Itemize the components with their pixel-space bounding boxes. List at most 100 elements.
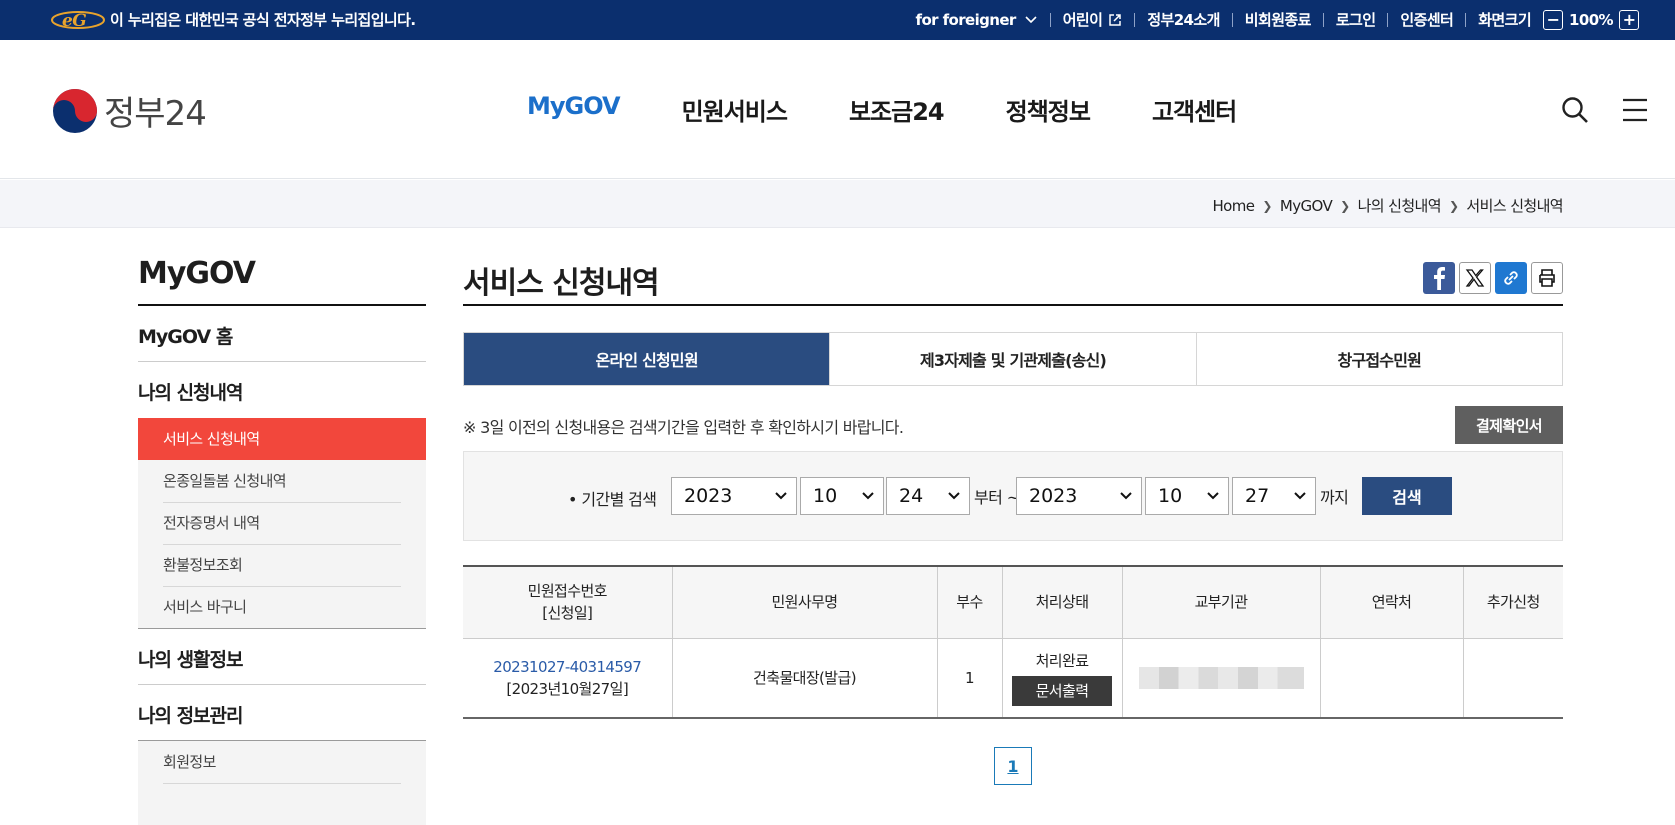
- period-search-label: • 기간별 검색: [568, 490, 657, 509]
- taegeuk-logo-icon: [53, 88, 97, 133]
- cell-issuer: [1121, 638, 1320, 719]
- col-additional: 추가신청: [1462, 566, 1563, 639]
- from-day-select[interactable]: 24: [886, 477, 970, 515]
- guest-end-link[interactable]: 비회원종료: [1245, 9, 1312, 30]
- kids-link[interactable]: 어린이: [1063, 9, 1123, 30]
- facebook-icon: [1434, 267, 1445, 290]
- facebook-share-button[interactable]: [1423, 262, 1455, 294]
- side-nav-more[interactable]: [138, 783, 426, 825]
- table-row: 20231027-40314597 [2023년10월27일] 건축물대장(발급)…: [463, 638, 1563, 719]
- side-nav-e-certificates[interactable]: 전자증명서 내역: [138, 502, 426, 545]
- side-nav-service-basket[interactable]: 서비스 바구니: [138, 586, 426, 628]
- side-nav-life-info[interactable]: 나의 생활정보: [138, 629, 426, 685]
- to-day-select[interactable]: 27: [1232, 477, 1316, 515]
- print-page-button[interactable]: [1531, 262, 1563, 294]
- chevron-right-icon: ❯: [1262, 198, 1272, 213]
- tab-third-party[interactable]: 제3자제출 및 기관제출(송신): [829, 333, 1196, 385]
- cert-center-link[interactable]: 인증센터: [1400, 9, 1453, 30]
- zoom-out-button[interactable]: −: [1543, 9, 1564, 30]
- cell-copies: 1: [936, 638, 1002, 719]
- col-receipt-no: 민원접수번호 [신청일]: [463, 566, 672, 639]
- pagination-page-1[interactable]: 1: [994, 747, 1032, 785]
- about-link[interactable]: 정부24소개: [1147, 9, 1220, 30]
- table-header-row: 민원접수번호 [신청일] 민원사무명 부수 처리상태 교부기관 연락처 추가신청: [463, 566, 1563, 639]
- site-header: 정부24 MyGOV 민원서비스 보조금24 정책정보 고객센터: [0, 40, 1675, 179]
- chevron-down-icon: [1207, 492, 1219, 500]
- col-contact: 연락처: [1319, 566, 1463, 639]
- x-icon: [1465, 269, 1485, 287]
- col-service-name: 민원사무명: [671, 566, 937, 639]
- side-nav-info-submenu: 회원정보: [138, 741, 426, 825]
- login-link[interactable]: 로그인: [1336, 9, 1376, 30]
- side-nav-service-applications[interactable]: 서비스 신청내역: [138, 418, 426, 460]
- gnb-mygov[interactable]: MyGOV: [527, 92, 621, 127]
- utility-nav: for foreigner 어린이 정부24소개 비회원종료 로그인 인증센터 …: [916, 9, 1645, 30]
- svg-text:eG: eG: [62, 11, 86, 30]
- gnb-civil-service[interactable]: 민원서비스: [682, 92, 788, 127]
- brand-name: 정부24: [104, 94, 207, 134]
- site-logo[interactable]: 정부24: [52, 86, 207, 135]
- official-site-notice: 이 누리집은 대한민국 공식 전자정부 누리집입니다.: [110, 11, 416, 29]
- breadcrumb-home[interactable]: Home: [1212, 197, 1255, 215]
- search-period-notice: ※ 3일 이전의 신청내용은 검색기간을 입력한 후 확인하시기 바랍니다.: [463, 418, 904, 437]
- to-month-select[interactable]: 10: [1145, 477, 1229, 515]
- payment-confirmation-button[interactable]: 결제확인서: [1455, 406, 1563, 444]
- link-icon: [1504, 271, 1518, 285]
- tab-counter[interactable]: 창구접수민원: [1195, 333, 1562, 385]
- print-document-button[interactable]: 문서출력: [1011, 675, 1113, 706]
- external-link-icon: [1109, 13, 1122, 26]
- from-month-select[interactable]: 10: [800, 477, 884, 515]
- page-title: 서비스 신청내역: [463, 256, 1563, 306]
- zoom-in-button[interactable]: +: [1619, 9, 1639, 30]
- side-nav: MyGOV MyGOV 홈 나의 신청내역 서비스 신청내역 온종일돌봄 신청내…: [138, 256, 426, 825]
- cell-service-name: 건축물대장(발급): [671, 638, 937, 719]
- x-share-button[interactable]: [1459, 262, 1491, 294]
- cell-status: 처리완료 문서출력: [1001, 638, 1122, 719]
- cell-receipt: 20231027-40314597 [2023년10월27일]: [463, 638, 672, 719]
- side-nav-member-info[interactable]: 회원정보: [138, 741, 426, 784]
- search-button[interactable]: 검색: [1362, 477, 1452, 515]
- zoom-value: 100%: [1569, 10, 1614, 29]
- gnb-policy-info[interactable]: 정책정보: [1006, 92, 1091, 127]
- cell-contact: [1319, 638, 1463, 719]
- breadcrumb: Home ❯ MyGOV ❯ 나의 신청내역 ❯ 서비스 신청내역: [1212, 195, 1563, 216]
- period-search-box: • 기간별 검색 2023 10 24 부터 ~ 2023 10 27 까지 검…: [463, 451, 1563, 541]
- tab-online[interactable]: 온라인 신청민원: [464, 333, 830, 385]
- application-tabs: 온라인 신청민원 제3자제출 및 기관제출(송신) 창구접수민원: [463, 332, 1563, 386]
- search-icon[interactable]: [1561, 96, 1589, 124]
- copy-link-button[interactable]: [1495, 262, 1527, 294]
- side-nav-mygov-home[interactable]: MyGOV 홈: [138, 306, 426, 362]
- for-foreigner-dropdown[interactable]: for foreigner: [916, 11, 1038, 29]
- menu-icon[interactable]: [1621, 96, 1649, 124]
- from-text: 부터 ~: [974, 488, 1020, 507]
- zoom-label: 화면크기: [1478, 11, 1532, 29]
- chevron-down-icon: [1294, 492, 1306, 500]
- cell-additional: [1462, 638, 1563, 719]
- breadcrumb-my-applications[interactable]: 나의 신청내역: [1358, 195, 1442, 216]
- chevron-down-icon: [862, 492, 874, 500]
- top-utility-bar: eG 이 누리집은 대한민국 공식 전자정부 누리집입니다. for forei…: [0, 0, 1675, 40]
- side-nav-my-applications[interactable]: 나의 신청내역: [138, 362, 426, 418]
- chevron-down-icon: [948, 492, 960, 500]
- breadcrumb-mygov[interactable]: MyGOV: [1280, 197, 1333, 215]
- global-nav: MyGOV 민원서비스 보조금24 정책정보 고객센터: [527, 92, 1298, 127]
- side-nav-refund-info[interactable]: 환불정보조회: [138, 544, 426, 587]
- applications-table: 민원접수번호 [신청일] 민원사무명 부수 처리상태 교부기관 연락처 추가신청 …: [463, 565, 1563, 719]
- gnb-subsidy24[interactable]: 보조금24: [849, 92, 945, 127]
- main-content: 서비스 신청내역 온라인 신청민원 제3자제출 및 기관제출(송신) 창구접수민…: [463, 256, 1563, 785]
- receipt-number-link[interactable]: 20231027-40314597: [493, 658, 642, 676]
- side-nav-title: MyGOV: [138, 256, 426, 306]
- side-nav-allday-care[interactable]: 온종일돌봄 신청내역: [138, 460, 426, 503]
- breadcrumb-current: 서비스 신청내역: [1466, 197, 1563, 215]
- share-tools: [1419, 262, 1563, 294]
- col-issuer: 교부기관: [1121, 566, 1320, 639]
- to-year-select[interactable]: 2023: [1016, 477, 1142, 515]
- from-year-select[interactable]: 2023: [671, 477, 797, 515]
- chevron-down-icon: [775, 492, 787, 500]
- chevron-down-icon: [1025, 15, 1037, 23]
- chevron-right-icon: ❯: [1340, 198, 1350, 213]
- chevron-right-icon: ❯: [1448, 198, 1459, 213]
- side-nav-info-management[interactable]: 나의 정보관리: [138, 685, 426, 741]
- gnb-customer-center[interactable]: 고객센터: [1152, 92, 1237, 127]
- col-copies: 부수: [936, 566, 1002, 639]
